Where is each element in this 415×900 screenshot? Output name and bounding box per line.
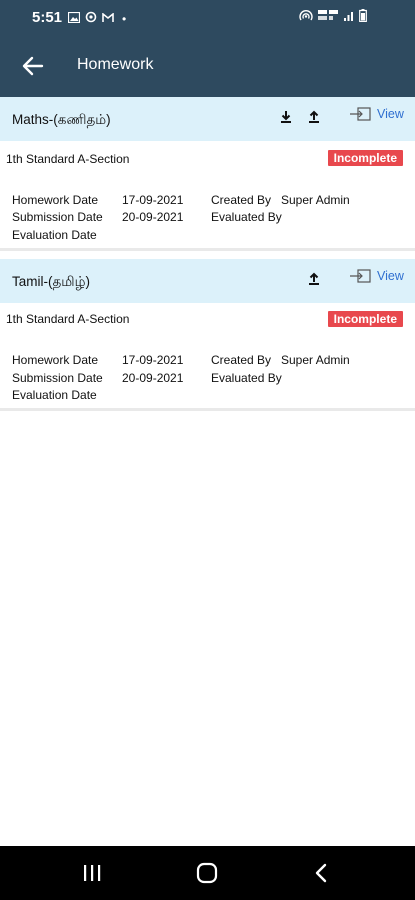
- evaluated-by-label: Evaluated By: [211, 210, 282, 224]
- card-header: Maths-(கணிதம்) View: [0, 97, 415, 141]
- view-label: View: [377, 107, 404, 121]
- back-icon[interactable]: [314, 863, 328, 888]
- status-bar: 5:51 •: [0, 0, 415, 34]
- submission-date-value: 20-09-2021: [122, 371, 184, 385]
- notification-dot: •: [122, 12, 127, 26]
- view-label: View: [377, 269, 404, 283]
- divider: [0, 408, 415, 411]
- evaluation-date-label: Evaluation Date: [12, 228, 97, 242]
- class-label: 1th Standard A-Section: [6, 152, 130, 166]
- submission-date-value: 20-09-2021: [122, 210, 184, 224]
- signal-icon: [343, 9, 355, 27]
- view-button[interactable]: View: [349, 269, 404, 283]
- homework-date-label: Homework Date: [12, 353, 99, 367]
- battery-icon: [359, 9, 367, 27]
- arrow-left-icon: [22, 56, 44, 76]
- evaluated-by-label: Evaluated By: [211, 371, 282, 385]
- login-icon: [350, 107, 371, 121]
- divider: [0, 248, 415, 251]
- homework-card[interactable]: Tamil-(தமிழ்) View 1th Standard A-Sectio…: [0, 259, 415, 409]
- homework-date-value: 17-09-2021: [122, 193, 184, 207]
- created-by-value: Super Admin: [281, 193, 350, 207]
- class-label: 1th Standard A-Section: [6, 312, 130, 326]
- subject-title: Maths-(கணிதம்): [12, 112, 111, 127]
- upload-button[interactable]: [307, 272, 321, 286]
- home-icon[interactable]: [196, 862, 218, 889]
- login-icon: [350, 269, 371, 283]
- created-by-label: Created By: [211, 353, 272, 367]
- back-button[interactable]: [18, 51, 48, 81]
- volte-lte-icon: [317, 9, 339, 27]
- hotspot-icon: [299, 9, 313, 27]
- system-nav-bar: [0, 846, 415, 900]
- app-bar: Homework: [0, 34, 415, 97]
- status-left-icons: •: [67, 10, 127, 28]
- submission-date-label: Submission Date: [12, 210, 103, 224]
- gmail-icon: [102, 10, 114, 28]
- created-by-label: Created By: [211, 193, 272, 207]
- page-title: Homework: [77, 56, 154, 73]
- status-time: 5:51: [32, 9, 63, 26]
- status-right-icons: [299, 9, 367, 27]
- submission-date-label: Submission Date: [12, 371, 103, 385]
- card-header: Tamil-(தமிழ்) View: [0, 259, 415, 303]
- subject-title: Tamil-(தமிழ்): [12, 274, 90, 289]
- evaluation-date-label: Evaluation Date: [12, 388, 97, 402]
- status-badge: Incomplete: [327, 150, 403, 166]
- upload-button[interactable]: [307, 110, 321, 124]
- status-badge: Incomplete: [327, 311, 403, 327]
- download-button[interactable]: [279, 110, 293, 124]
- upload-icon: [309, 272, 319, 285]
- sync-icon: [85, 10, 97, 28]
- view-button[interactable]: View: [349, 107, 404, 121]
- recent-apps-icon[interactable]: [82, 864, 102, 887]
- upload-icon: [309, 110, 319, 123]
- homework-card[interactable]: Maths-(கணிதம்) View 1th Standard A-Secti…: [0, 97, 415, 252]
- image-icon: [67, 10, 81, 28]
- download-icon: [281, 111, 291, 123]
- homework-date-label: Homework Date: [12, 193, 99, 207]
- homework-date-value: 17-09-2021: [122, 353, 184, 367]
- created-by-value: Super Admin: [281, 353, 350, 367]
